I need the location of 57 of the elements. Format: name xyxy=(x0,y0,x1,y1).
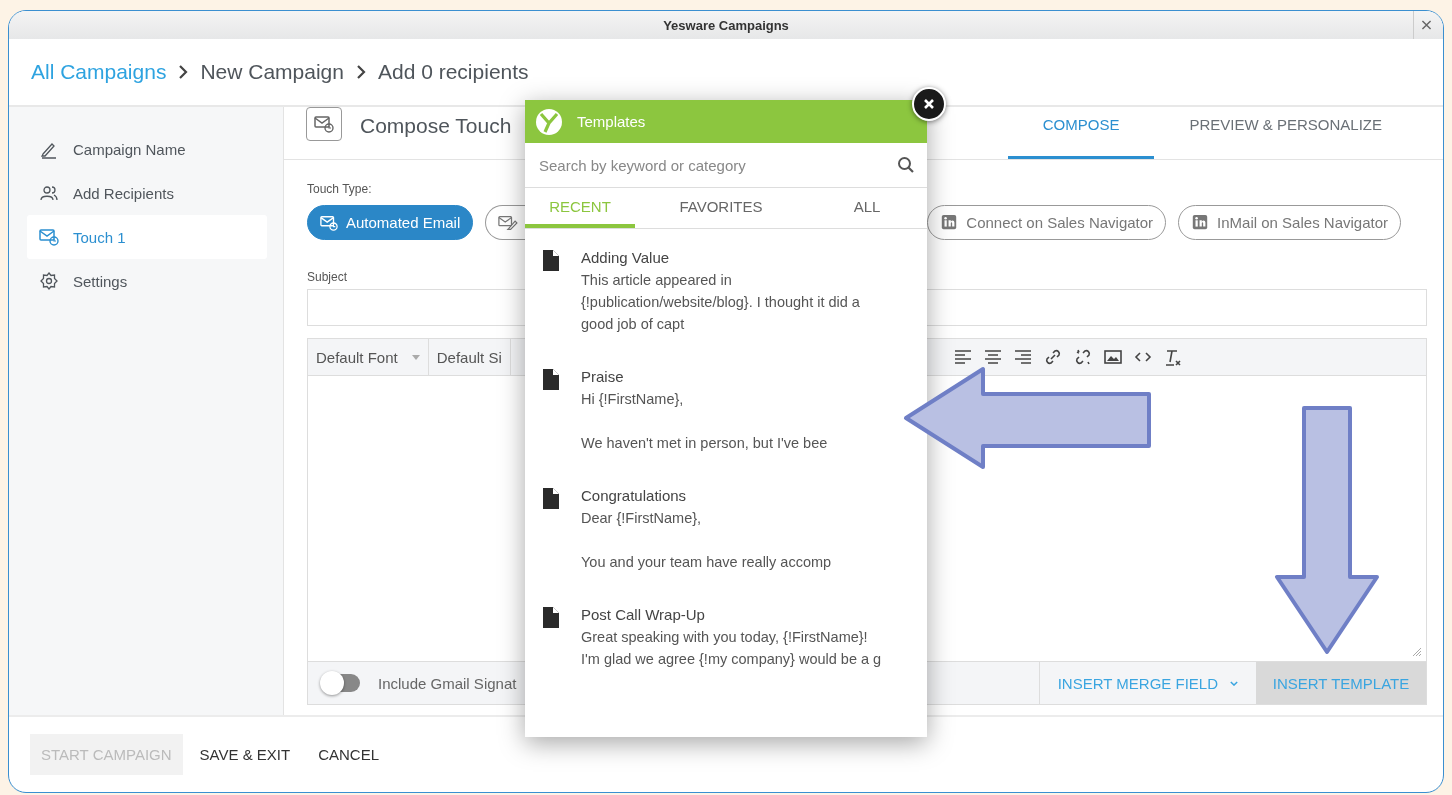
document-icon xyxy=(543,607,559,628)
template-title[interactable]: Congratulations xyxy=(581,485,832,507)
align-right-icon[interactable] xyxy=(1014,348,1032,366)
align-center-icon[interactable] xyxy=(984,348,1002,366)
document-icon xyxy=(543,488,559,509)
sidebar-item[interactable]: Campaign Name xyxy=(27,127,267,171)
sidebar-item[interactable]: Add Recipients xyxy=(27,171,267,215)
template-preview: Hi {!FirstName}, We haven't met in person, but I've bee xyxy=(581,390,828,453)
chevron-icon xyxy=(178,65,189,79)
clear-format-icon[interactable] xyxy=(1164,348,1182,366)
touch-type-option[interactable]: Connect on Sales Navigator xyxy=(927,205,1167,240)
template-title[interactable]: Praise xyxy=(581,366,828,388)
chevron-icon xyxy=(356,65,366,79)
people-icon xyxy=(39,183,59,203)
touch-type-option[interactable] xyxy=(485,205,528,240)
template-title[interactable]: Adding Value xyxy=(581,247,860,269)
touch-type-option[interactable]: Automated Email xyxy=(307,205,474,240)
compose-title: Compose Touch xyxy=(360,114,512,138)
toggle-switch[interactable] xyxy=(322,674,360,692)
align-left-icon[interactable] xyxy=(954,348,972,366)
tab[interactable]: FAVORITES xyxy=(635,188,807,228)
action-button[interactable]: CANCEL xyxy=(307,734,391,775)
touch-type-option[interactable]: InMail on Sales Navigator xyxy=(1178,205,1401,240)
envelope-clock-icon xyxy=(39,227,59,247)
window-title: Yesware Campaigns xyxy=(663,17,789,33)
template-preview: Great speaking with you today, {!FirstName}! I'm glad we agree {!my company} would be a g xyxy=(581,628,882,669)
template-preview: Dear {!FirstName}, You and your team have really accomp xyxy=(581,509,832,572)
tab[interactable]: PREVIEW & PERSONALIZE xyxy=(1154,107,1417,159)
search-icon xyxy=(897,156,915,174)
panel-title: Templates xyxy=(577,113,646,130)
chevron-down-icon xyxy=(1230,680,1238,686)
font-dropdown[interactable]: Default Font xyxy=(308,339,429,375)
image-icon[interactable] xyxy=(1104,348,1122,366)
envelope-clock-icon xyxy=(318,213,340,232)
document-icon xyxy=(543,250,559,271)
sidebar-item[interactable]: Settings xyxy=(27,259,267,303)
tab[interactable]: ALL xyxy=(807,188,927,228)
field-label: Subject xyxy=(307,270,348,284)
field-label: Touch Type: xyxy=(307,182,372,196)
unlink-icon[interactable] xyxy=(1074,348,1092,366)
template-preview: This article appeared in {!publication/website/blog}. I thought it did a good job of capt xyxy=(581,271,860,334)
action-button[interactable]: SAVE & EXIT xyxy=(188,734,302,775)
document-icon xyxy=(543,369,559,390)
breadcrumb-item: Add 0 recipients xyxy=(378,60,529,84)
gear-icon xyxy=(39,271,59,291)
template-title[interactable]: Post Call Wrap-Up xyxy=(581,604,882,626)
logo-icon xyxy=(535,107,563,136)
envelope-pencil-icon xyxy=(496,213,519,232)
breadcrumb-item: New Campaign xyxy=(200,60,344,84)
envelope-clock-icon xyxy=(306,107,342,141)
resize-handle-icon[interactable] xyxy=(1412,647,1422,657)
sidebar-item[interactable]: Touch 1 xyxy=(27,215,267,259)
search-field[interactable]: Search by keyword or category xyxy=(539,150,897,180)
toggle-label: Include Gmail Signat xyxy=(378,674,517,692)
caret-icon xyxy=(411,354,420,360)
link-icon[interactable] xyxy=(1044,348,1062,366)
size-dropdown[interactable]: Default Si xyxy=(428,339,511,375)
